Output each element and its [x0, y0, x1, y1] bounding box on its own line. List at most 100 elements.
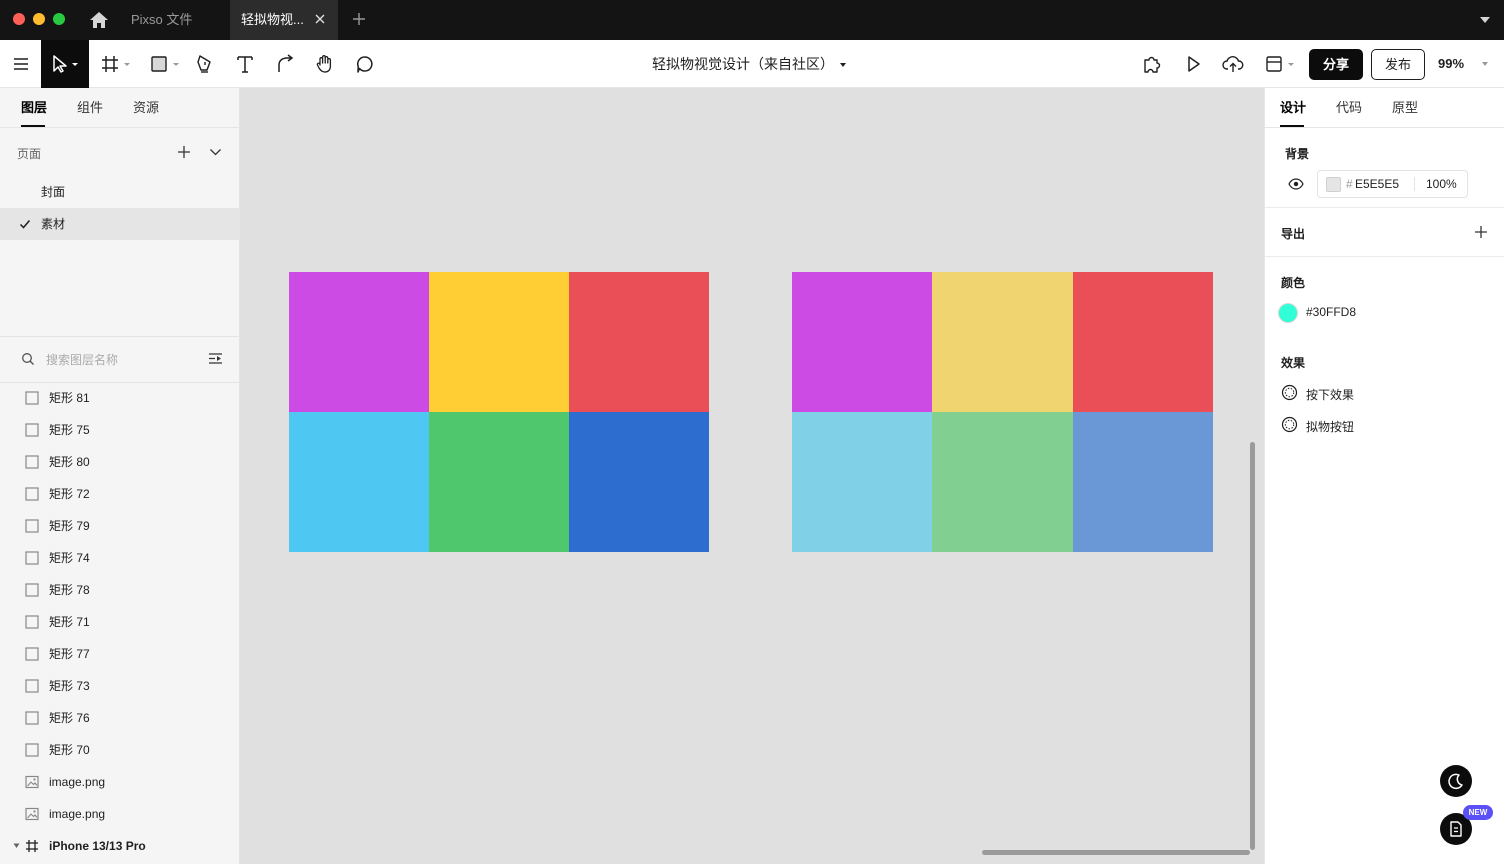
rectangle-layer-icon — [25, 711, 39, 725]
background-color-field[interactable]: # E5E5E5 100% — [1317, 170, 1468, 198]
connector-tool-button[interactable] — [273, 40, 297, 88]
vertical-scrollbar[interactable] — [1250, 442, 1255, 850]
play-icon — [1188, 56, 1200, 72]
document-title[interactable]: 轻拟物视觉设计（来自社区） — [652, 40, 834, 88]
layer-search-input[interactable] — [46, 350, 196, 370]
design-canvas[interactable] — [240, 88, 1264, 864]
swatch-right-6[interactable] — [1073, 412, 1213, 552]
tab-pixso-files[interactable]: Pixso 文件 — [120, 0, 230, 40]
layer-row[interactable]: image.png — [0, 766, 240, 798]
tab-code[interactable]: 代码 — [1336, 88, 1362, 128]
layer-label: 矩形 80 — [49, 455, 90, 469]
page-item-assets[interactable]: 素材 — [0, 208, 240, 240]
swatch-right-3[interactable] — [1073, 272, 1213, 412]
swatch-right-2[interactable] — [932, 272, 1073, 412]
home-icon[interactable] — [88, 10, 110, 30]
layer-row[interactable]: 矩形 74 — [0, 542, 240, 574]
dark-mode-button[interactable] — [1440, 765, 1472, 797]
caret-down-icon[interactable] — [838, 61, 848, 69]
frame-layer-icon — [26, 840, 38, 852]
maximize-window-button[interactable] — [53, 13, 65, 25]
layer-row[interactable]: 矩形 77 — [0, 638, 240, 670]
layer-row[interactable]: 矩形 80 — [0, 446, 240, 478]
tab-components[interactable]: 组件 — [77, 88, 103, 128]
caret-down-icon[interactable] — [13, 843, 20, 849]
layer-row[interactable]: 矩形 79 — [0, 510, 240, 542]
swatch-left-4[interactable] — [289, 412, 429, 552]
background-color-chip[interactable] — [1326, 177, 1341, 192]
rectangle-layer-icon — [25, 551, 39, 565]
swatch-left-3[interactable] — [569, 272, 709, 412]
layer-row[interactable]: 矩形 71 — [0, 606, 240, 638]
frame-icon — [102, 56, 130, 72]
close-window-button[interactable] — [13, 13, 25, 25]
add-page-icon[interactable] — [177, 145, 191, 159]
chevron-down-icon[interactable] — [209, 146, 222, 158]
new-tab-icon[interactable] — [352, 12, 366, 26]
effect-item-pressed[interactable]: 按下效果 — [1306, 386, 1354, 403]
divider — [1265, 256, 1504, 257]
share-button[interactable]: 分享 — [1309, 49, 1363, 80]
pen-tool-button[interactable] — [193, 40, 217, 88]
rectangle-layer-icon — [25, 743, 39, 757]
minimize-window-button[interactable] — [33, 13, 45, 25]
page-item-cover[interactable]: 封面 — [0, 176, 240, 208]
swatch-right-4[interactable] — [792, 412, 932, 552]
upload-button[interactable] — [1221, 40, 1245, 88]
publish-button[interactable]: 发布 — [1371, 49, 1425, 80]
tab-layers[interactable]: 图层 — [21, 88, 47, 128]
zoom-level[interactable]: 99% — [1438, 40, 1464, 88]
layer-row[interactable]: 矩形 78 — [0, 574, 240, 606]
caret-down-icon[interactable] — [1480, 60, 1490, 68]
tab-prototype[interactable]: 原型 — [1392, 88, 1418, 128]
hamburger-icon — [13, 58, 28, 70]
active-tab-indicator — [21, 125, 45, 127]
swatch-left-1[interactable] — [289, 272, 429, 412]
plugins-button[interactable] — [1140, 40, 1164, 88]
swatch-left-6[interactable] — [569, 412, 709, 552]
swatch-left-5[interactable] — [429, 412, 569, 552]
filter-icon[interactable] — [208, 352, 223, 365]
close-tab-icon[interactable] — [313, 12, 327, 26]
comment-tool-button[interactable] — [353, 40, 377, 88]
chevron-down-icon[interactable] — [1479, 14, 1491, 26]
rectangle-layer-icon — [25, 679, 39, 693]
swatch-left-2[interactable] — [429, 272, 569, 412]
layer-row[interactable]: image.png — [0, 798, 240, 830]
layer-row[interactable]: 矩形 81 — [0, 382, 240, 414]
text-tool-button[interactable] — [233, 40, 257, 88]
image-layer-icon — [25, 807, 39, 821]
layer-row-frame[interactable]: iPhone 13/13 Pro — [0, 830, 240, 862]
move-tool-button[interactable] — [41, 40, 89, 88]
add-export-icon[interactable] — [1474, 225, 1488, 239]
layer-row[interactable]: 矩形 75 — [0, 414, 240, 446]
background-opacity-value[interactable]: 100% — [1426, 171, 1457, 197]
hand-tool-button[interactable] — [313, 40, 337, 88]
tab-label: 轻拟物视... — [241, 12, 304, 27]
layer-row[interactable]: 矩形 72 — [0, 478, 240, 510]
main-menu-button[interactable] — [0, 40, 41, 88]
layer-label: 矩形 73 — [49, 679, 90, 693]
hex-hash: # — [1346, 177, 1353, 191]
present-button[interactable] — [1181, 40, 1205, 88]
layer-row[interactable]: 矩形 70 — [0, 734, 240, 766]
layer-row[interactable]: 矩形 73 — [0, 670, 240, 702]
horizontal-scrollbar[interactable] — [982, 850, 1250, 855]
background-hex-value[interactable]: E5E5E5 — [1355, 171, 1399, 197]
layer-row[interactable]: 矩形 76 — [0, 702, 240, 734]
export-section-title: 导出 — [1281, 227, 1306, 241]
tab-assets[interactable]: 资源 — [133, 88, 159, 128]
layer-label: 矩形 79 — [49, 519, 90, 533]
layer-label: 矩形 71 — [49, 615, 90, 629]
eye-icon[interactable] — [1288, 178, 1304, 190]
divider — [1265, 207, 1504, 208]
effect-item-neumorphic-button[interactable]: 拟物按钮 — [1306, 418, 1354, 435]
shape-tool-button[interactable] — [146, 40, 184, 88]
color-swatch[interactable] — [1278, 303, 1298, 323]
tab-design[interactable]: 设计 — [1280, 88, 1306, 128]
color-hex-value[interactable]: #30FFD8 — [1306, 305, 1356, 319]
frame-tool-button[interactable] — [99, 40, 135, 88]
layout-button[interactable] — [1263, 40, 1299, 88]
swatch-right-1[interactable] — [792, 272, 932, 412]
swatch-right-5[interactable] — [932, 412, 1073, 552]
